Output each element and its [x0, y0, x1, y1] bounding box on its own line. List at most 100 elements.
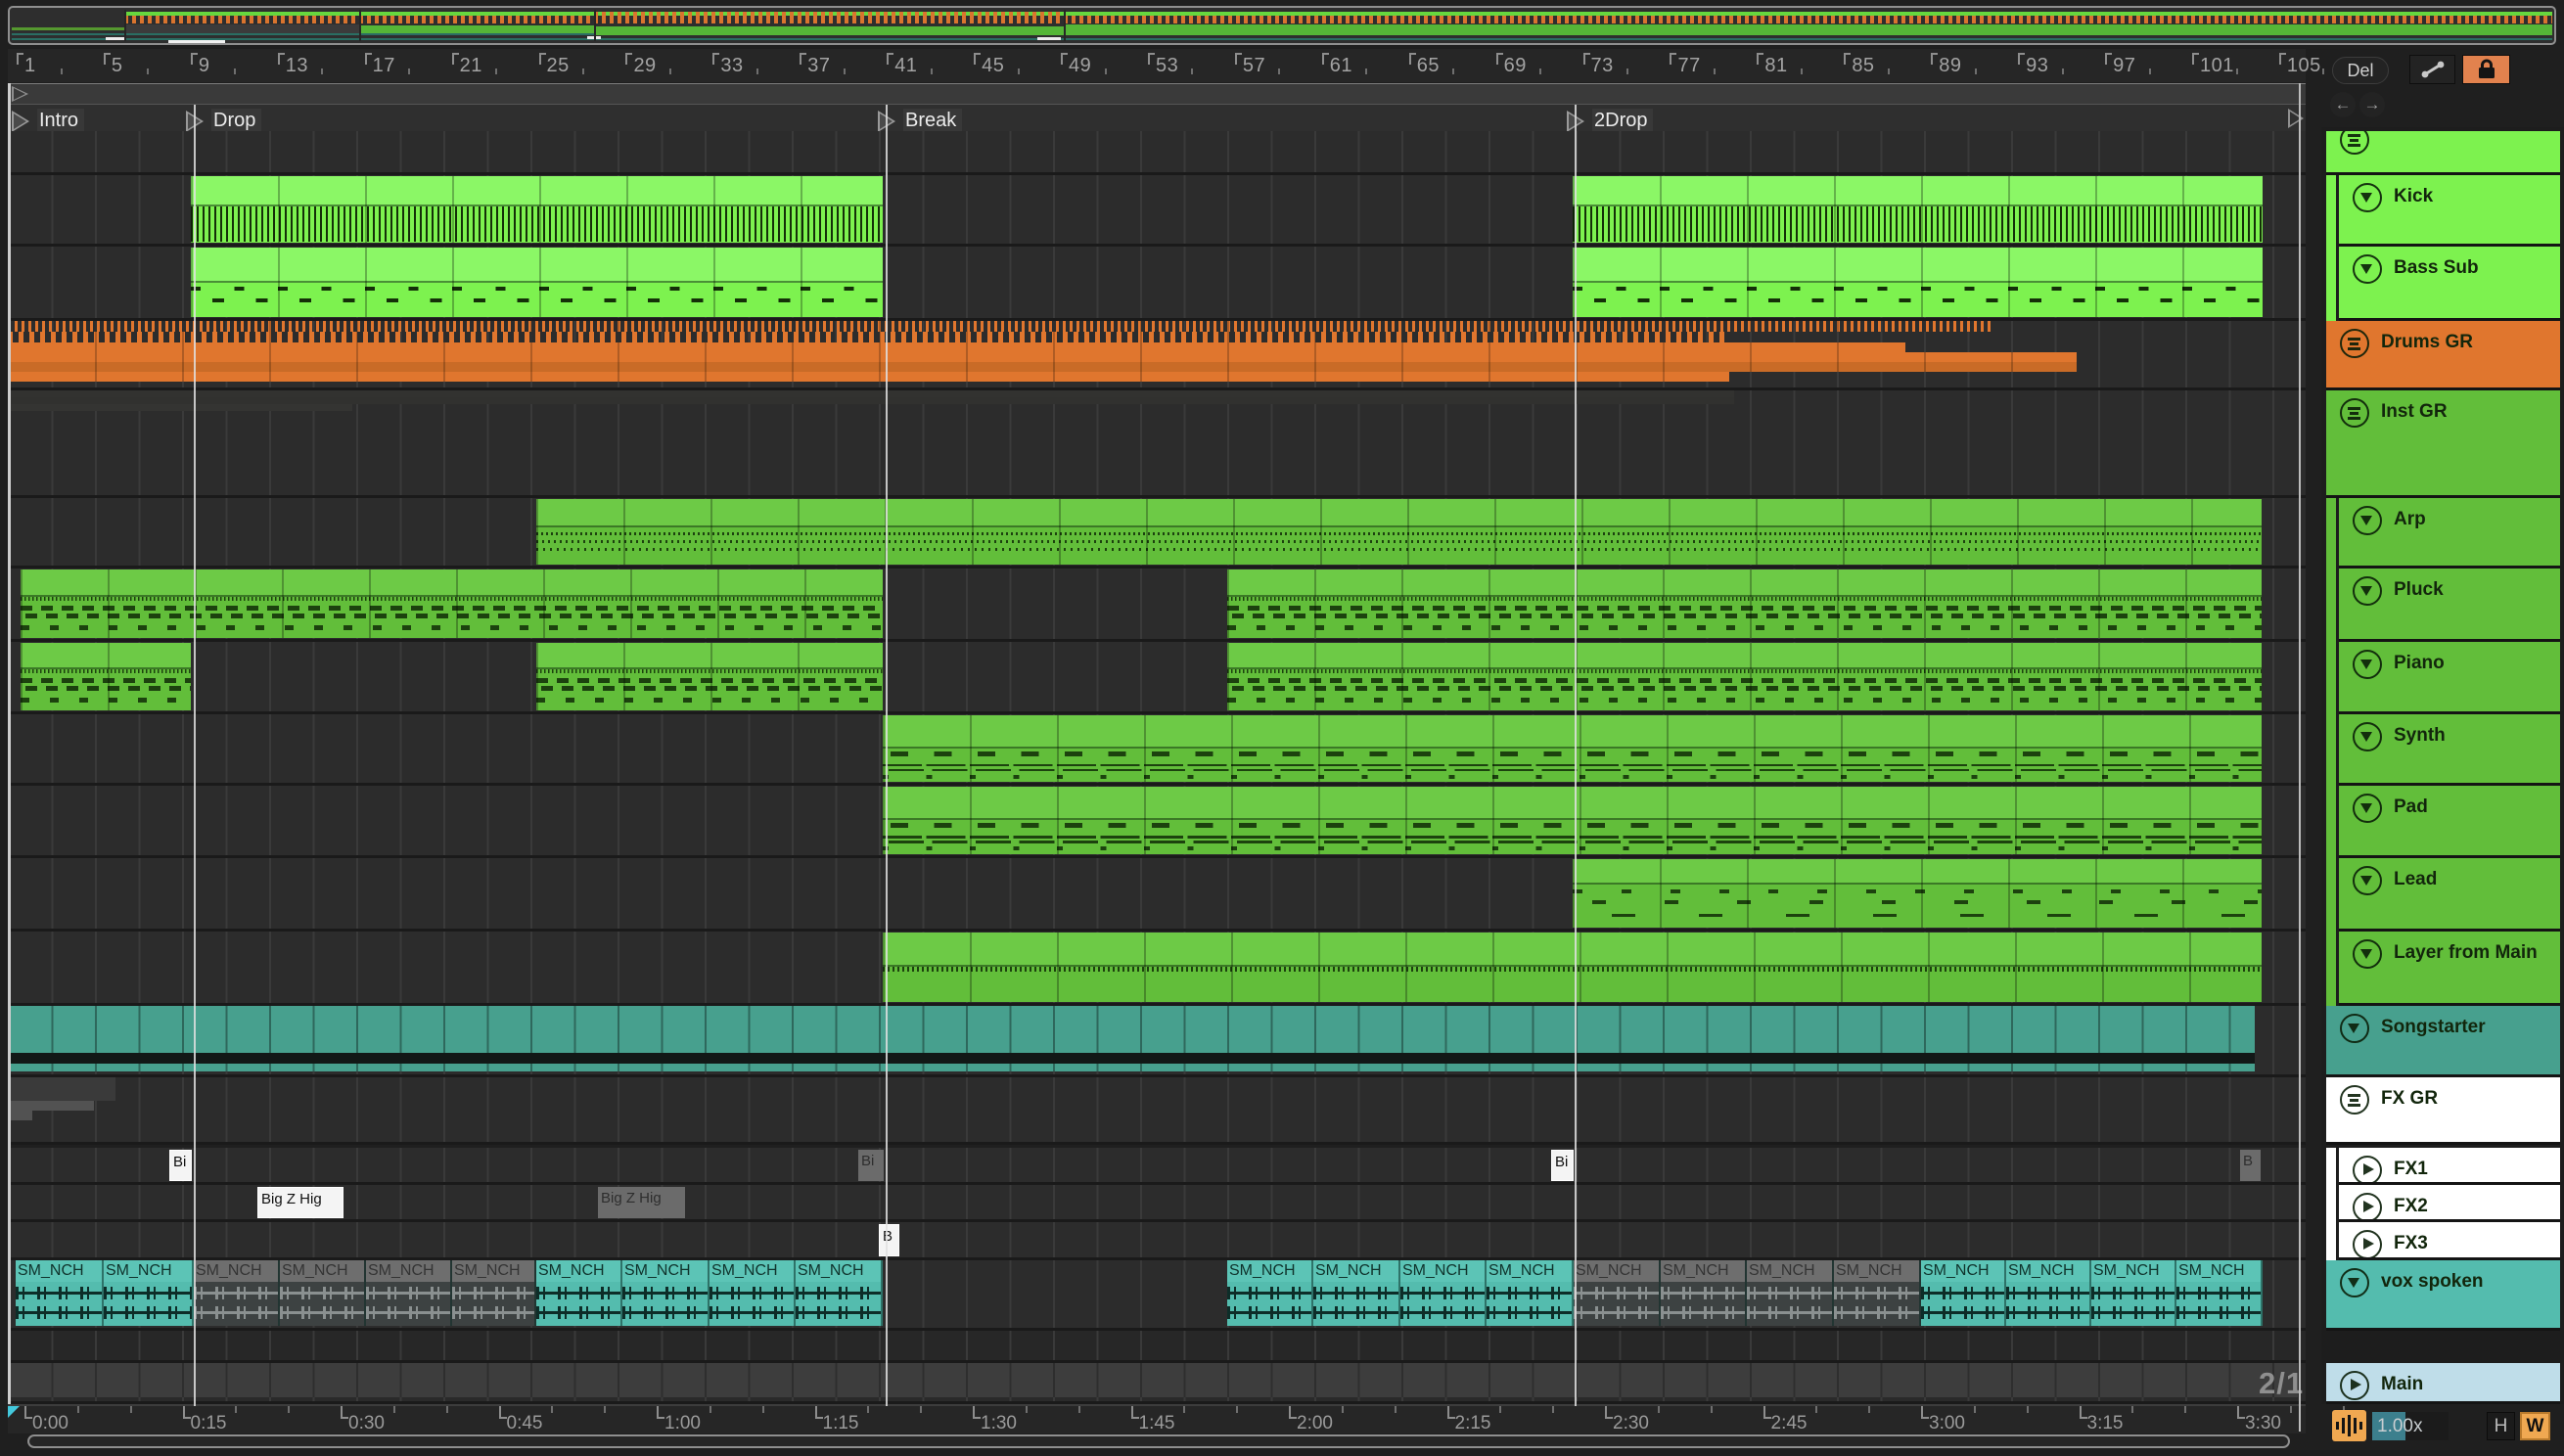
audition-waveform-icon[interactable]: [2332, 1410, 2366, 1441]
unfold-icon[interactable]: [2353, 576, 2382, 606]
height-zoom-button[interactable]: H: [2487, 1412, 2515, 1440]
track-header-group-top[interactable]: [2326, 131, 2560, 175]
clip-kick[interactable]: [1573, 176, 2263, 243]
vox-clip[interactable]: SM_NCH: [16, 1260, 104, 1326]
vox-clip[interactable]: SM_NCH: [1574, 1260, 1661, 1326]
lock-envelopes-icon[interactable]: [2462, 55, 2510, 84]
track-header-drums-gr[interactable]: Drums GR: [2326, 321, 2560, 390]
track-header-synth[interactable]: Synth: [2339, 714, 2560, 786]
lane-group-top[interactable]: [8, 131, 2306, 175]
vox-clip[interactable]: SM_NCH: [2006, 1260, 2091, 1326]
clip-chords[interactable]: [1227, 643, 2262, 710]
unfold-icon[interactable]: [2353, 650, 2382, 679]
lane-inst-gr[interactable]: [8, 390, 2306, 498]
lane-fx3[interactable]: B: [8, 1222, 2306, 1260]
vox-clip[interactable]: SM_NCH: [1834, 1260, 1921, 1326]
unfold-icon[interactable]: [2353, 254, 2382, 284]
lane-synth[interactable]: [8, 714, 2306, 786]
drums-group-slice[interactable]: [8, 342, 1905, 352]
drums-group-slice[interactable]: [8, 321, 1991, 332]
group-icon[interactable]: [2340, 398, 2369, 428]
unfold-icon[interactable]: [2353, 939, 2382, 969]
fx-clip[interactable]: B: [2240, 1150, 2261, 1181]
track-header-layer-from-main[interactable]: Layer from Main: [2339, 932, 2560, 1006]
width-zoom-button[interactable]: W: [2520, 1412, 2550, 1440]
track-header-kick[interactable]: Kick: [2339, 175, 2560, 247]
lane-fx2[interactable]: Big Z Hig Big Z Hig: [8, 1185, 2306, 1222]
locator-end-marker[interactable]: [2288, 109, 2304, 128]
vox-clip[interactable]: SM_NCH: [2091, 1260, 2176, 1326]
lane-drums-gr[interactable]: [8, 321, 2306, 390]
vox-clip[interactable]: SM_NCH: [1747, 1260, 1834, 1326]
drums-group-slice[interactable]: [8, 372, 1729, 382]
time-ruler[interactable]: 0:00 0:15 0:30 0:45 1:00 1:15 1:30 1:45 2:00 2:15…: [8, 1404, 2345, 1433]
vox-clip[interactable]: SM_NCH: [796, 1260, 883, 1326]
vox-clip[interactable]: SM_NCH: [1227, 1260, 1313, 1326]
track-header-fx1[interactable]: FX1: [2339, 1148, 2560, 1185]
vox-clip[interactable]: SM_NCH: [452, 1260, 536, 1326]
fx-clip[interactable]: Big Z Hig: [257, 1187, 343, 1218]
clip-chords[interactable]: [1227, 569, 2262, 638]
lane-gap[interactable]: [8, 1331, 2306, 1363]
drums-group-slice[interactable]: [8, 352, 2077, 362]
unfold-icon[interactable]: [2353, 794, 2382, 823]
clip-chords[interactable]: [536, 643, 883, 710]
unfold-icon[interactable]: [2353, 866, 2382, 895]
group-icon[interactable]: [2340, 131, 2369, 155]
unfold-icon[interactable]: [2353, 506, 2382, 535]
unfold-icon[interactable]: [2340, 1014, 2369, 1043]
vox-clip[interactable]: SM_NCH: [1487, 1260, 1574, 1326]
play-icon[interactable]: [2353, 1230, 2382, 1257]
vox-clip[interactable]: SM_NCH: [2176, 1260, 2263, 1326]
play-start-marker[interactable]: [12, 86, 28, 102]
fx-clip[interactable]: Bi: [1551, 1150, 1574, 1181]
clip-pads[interactable]: [883, 715, 2262, 782]
vox-clip[interactable]: SM_NCH: [622, 1260, 710, 1326]
vox-clip[interactable]: SM_NCH: [194, 1260, 280, 1326]
group-icon[interactable]: [2340, 1085, 2369, 1115]
clip-bass[interactable]: [191, 248, 883, 317]
track-header-pluck[interactable]: Pluck: [2339, 569, 2560, 642]
delete-button[interactable]: Del: [2332, 57, 2389, 84]
track-header-lead[interactable]: Lead: [2339, 858, 2560, 932]
track-header-main[interactable]: Main: [2326, 1363, 2560, 1404]
lane-vox-spoken[interactable]: SM_NCH SM_NCH SM_NCH SM_NCH SM_NCH SM_NCH SM_N…: [8, 1260, 2306, 1331]
songstarter-clip-top[interactable]: [8, 1006, 2255, 1045]
vertical-scrollbar[interactable]: [2299, 83, 2301, 1432]
lane-fx-gr[interactable]: [8, 1077, 2306, 1145]
fx-clip[interactable]: Bi: [169, 1150, 192, 1181]
fx-clip[interactable]: Bi: [858, 1150, 884, 1181]
lane-arp[interactable]: [8, 498, 2306, 569]
lane-piano[interactable]: [8, 642, 2306, 714]
vox-clip[interactable]: SM_NCH: [710, 1260, 796, 1326]
horizontal-scrollbar[interactable]: [27, 1434, 2290, 1448]
arrangement-overview[interactable]: [8, 6, 2556, 45]
lane-pad[interactable]: [8, 786, 2306, 858]
clip-kick[interactable]: [191, 176, 883, 243]
drums-group-slice[interactable]: [8, 332, 1729, 342]
track-header-fx-gr[interactable]: FX GR: [2326, 1077, 2560, 1145]
lane-lead[interactable]: [8, 858, 2306, 932]
playback-speed-field[interactable]: 1.00x: [2372, 1412, 2449, 1440]
lane-bass-sub[interactable]: [8, 247, 2306, 321]
play-icon[interactable]: [2353, 1193, 2382, 1219]
back-arrow-button[interactable]: ←: [2330, 92, 2356, 117]
vox-clip[interactable]: SM_NCH: [366, 1260, 452, 1326]
clip-lead[interactable]: [1573, 859, 2262, 928]
track-header-fx3[interactable]: FX3: [2339, 1222, 2560, 1260]
track-header-songstarter[interactable]: Songstarter: [2326, 1006, 2560, 1077]
track-header-pad[interactable]: Pad: [2339, 786, 2560, 858]
vox-clip[interactable]: SM_NCH: [280, 1260, 366, 1326]
vox-clip[interactable]: SM_NCH: [1313, 1260, 1400, 1326]
unfold-icon[interactable]: [2353, 183, 2382, 212]
lane-pluck[interactable]: [8, 569, 2306, 642]
lane-fx1[interactable]: Bi Bi Bi B: [8, 1148, 2306, 1185]
vox-clip[interactable]: SM_NCH: [1400, 1260, 1487, 1326]
clip-bass[interactable]: [1573, 248, 2263, 317]
lane-songstarter[interactable]: [8, 1006, 2306, 1077]
scrub-area[interactable]: [8, 83, 2306, 105]
lane-main[interactable]: [8, 1363, 2306, 1404]
track-header-inst-gr[interactable]: Inst GR: [2326, 390, 2560, 498]
clip-chords[interactable]: [21, 643, 191, 710]
unfold-icon[interactable]: [2340, 1268, 2369, 1297]
